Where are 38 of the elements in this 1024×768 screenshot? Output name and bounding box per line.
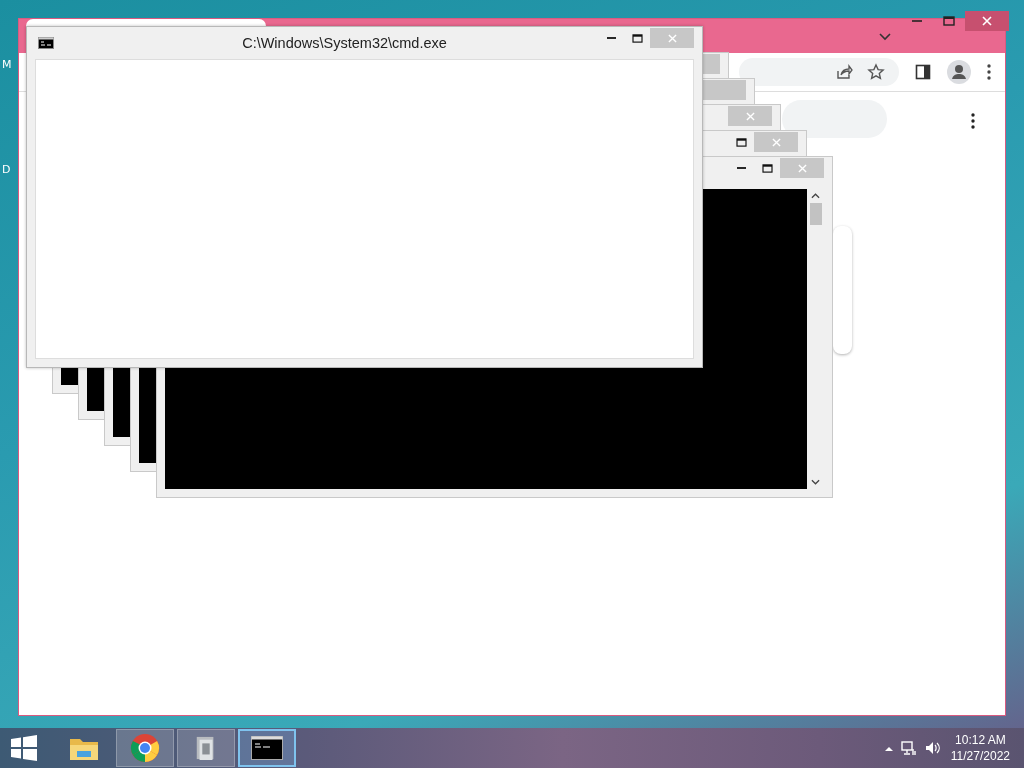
- minimize-icon: [912, 20, 922, 22]
- star-icon[interactable]: [867, 63, 885, 81]
- close-icon: [667, 33, 677, 43]
- speaker-icon[interactable]: [924, 740, 941, 756]
- menu-icon[interactable]: [987, 64, 991, 80]
- minimize-icon: [736, 167, 746, 169]
- profile-icon[interactable]: [947, 60, 971, 84]
- desktop-icon-label: M: [2, 58, 12, 71]
- address-bar[interactable]: [739, 58, 899, 86]
- close-icon: [982, 16, 992, 26]
- network-icon[interactable]: [900, 740, 917, 756]
- close-icon: [745, 111, 755, 121]
- maximize-icon: [631, 33, 643, 43]
- maximize-icon: [943, 16, 955, 26]
- desktop-icon-label: D: [2, 163, 11, 176]
- close-button[interactable]: [965, 11, 1009, 31]
- scroll-up-icon[interactable]: [811, 193, 820, 199]
- maximize-icon: [761, 163, 773, 173]
- minimize-icon: [606, 37, 616, 39]
- side-panel-icon[interactable]: [915, 64, 931, 80]
- circle-logo-icon: [130, 733, 160, 763]
- scroll-thumb[interactable]: [809, 203, 822, 225]
- close-icon: [797, 163, 807, 173]
- close-icon: [771, 137, 781, 147]
- chevron-down-icon[interactable]: [879, 33, 891, 41]
- chevron-up-icon[interactable]: [884, 745, 893, 751]
- windows-logo-icon: [11, 735, 37, 761]
- browser-button[interactable]: [116, 729, 174, 767]
- maximize-icon: [735, 137, 747, 147]
- share-icon[interactable]: [835, 63, 853, 81]
- menu-icon[interactable]: [971, 113, 975, 129]
- search-field[interactable]: [782, 100, 887, 138]
- console-icon: [38, 37, 54, 49]
- console-button[interactable]: [238, 729, 296, 767]
- scroll-down-icon[interactable]: [811, 479, 820, 485]
- window-title: C:\Windows\System32\cmd.exe: [242, 35, 447, 51]
- console-icon: [251, 736, 283, 760]
- clock[interactable]: 10:12 AM 11/27/2022: [948, 732, 1012, 764]
